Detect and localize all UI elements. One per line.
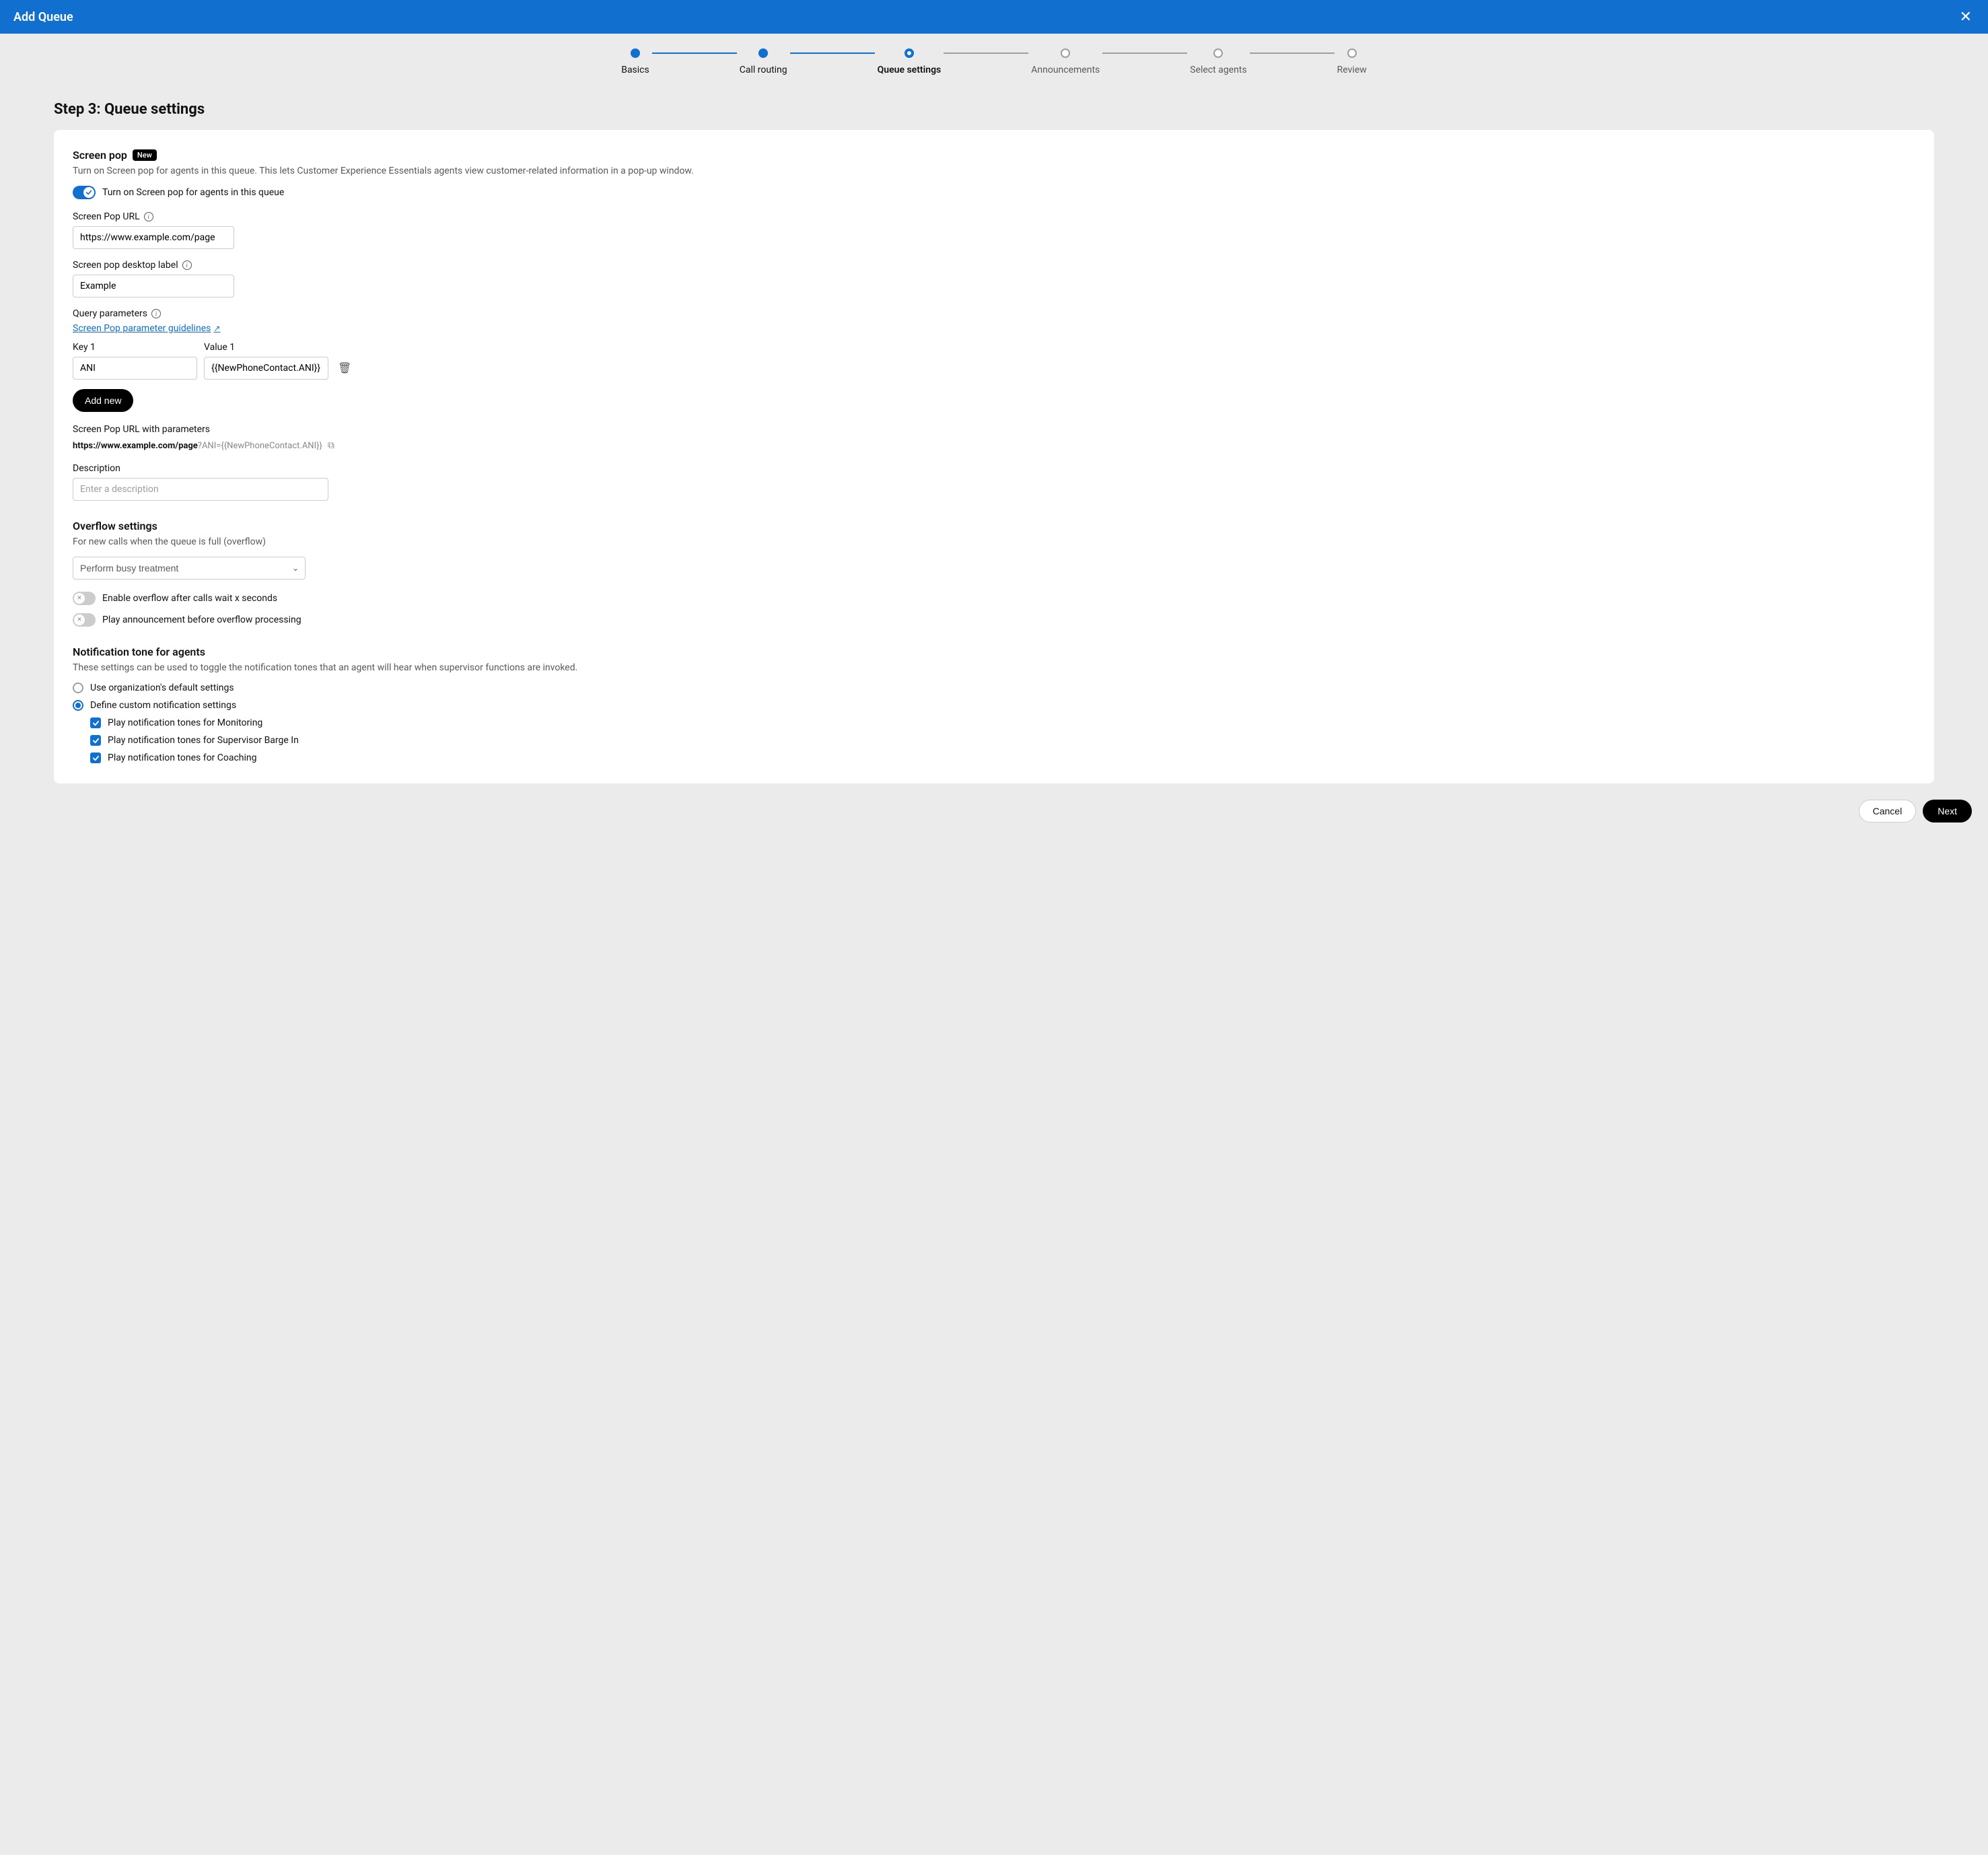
overflow-desc: For new calls when the queue is full (ov… [73, 536, 1915, 547]
modal-title: Add Queue [13, 10, 73, 24]
info-icon[interactable]: i [144, 212, 153, 221]
step-queue-settings[interactable]: Queue settings [878, 48, 942, 75]
description-label: Description [73, 463, 1915, 474]
checkbox-barge-in[interactable]: Play notification tones for Supervisor B… [90, 735, 1915, 746]
radio-custom-label: Define custom notification settings [90, 700, 236, 711]
step-basics[interactable]: Basics [621, 48, 649, 75]
description-input[interactable] [73, 478, 328, 501]
close-icon: ✕ [1960, 8, 1972, 25]
checkbox-coaching-label: Play notification tones for Coaching [108, 753, 257, 763]
info-icon[interactable]: i [182, 260, 192, 270]
radio-icon [73, 700, 83, 711]
checkbox-barge-in-label: Play notification tones for Supervisor B… [108, 735, 299, 746]
screen-pop-desktop-label-label: Screen pop desktop label i [73, 260, 1915, 271]
step-select-agents[interactable]: Select agents [1190, 48, 1246, 75]
screen-pop-desc: Turn on Screen pop for agents in this qu… [73, 166, 1915, 176]
checkbox-icon [90, 718, 101, 728]
key-input[interactable] [73, 357, 197, 380]
copy-icon: ⧉ [328, 440, 334, 451]
add-new-button[interactable]: Add new [73, 389, 133, 412]
value-input[interactable] [204, 357, 328, 380]
key-label: Key 1 [73, 342, 197, 353]
screen-pop-title: Screen pop [73, 149, 127, 162]
copy-button[interactable]: ⧉ [328, 440, 334, 451]
overflow-wait-toggle[interactable]: ✕ [73, 592, 96, 605]
trash-icon: 🗑 [338, 361, 351, 374]
url-preview-value: https://www.example.com/page?ANI={{NewPh… [73, 440, 1915, 451]
screen-pop-url-label: Screen Pop URL i [73, 211, 1915, 222]
checkbox-icon [90, 735, 101, 746]
url-preview-label: Screen Pop URL with parameters [73, 424, 1915, 435]
overflow-wait-toggle-label: Enable overflow after calls wait x secon… [102, 593, 277, 604]
notification-desc: These settings can be used to toggle the… [73, 662, 1915, 673]
info-icon[interactable]: i [151, 309, 161, 318]
guidelines-link[interactable]: Screen Pop parameter guidelines ↗ [73, 323, 220, 334]
checkbox-monitoring[interactable]: Play notification tones for Monitoring [90, 718, 1915, 728]
modal-header: Add Queue ✕ [0, 0, 1988, 34]
overflow-announce-toggle-label: Play announcement before overflow proces… [102, 615, 301, 625]
screen-pop-desktop-label-input[interactable] [73, 275, 234, 298]
radio-org-default[interactable]: Use organization's default settings [73, 682, 1915, 693]
cancel-button[interactable]: Cancel [1859, 800, 1917, 823]
screen-pop-url-input[interactable] [73, 226, 234, 249]
page-title: Step 3: Queue settings [0, 101, 1988, 118]
settings-card: Screen pop New Turn on Screen pop for ag… [54, 130, 1934, 783]
query-params-label: Query parameters i [73, 308, 1915, 319]
checkbox-coaching[interactable]: Play notification tones for Coaching [90, 753, 1915, 763]
next-button[interactable]: Next [1923, 800, 1972, 823]
step-announcements[interactable]: Announcements [1031, 48, 1100, 75]
screen-pop-toggle[interactable] [73, 186, 96, 199]
checkbox-monitoring-label: Play notification tones for Monitoring [108, 718, 262, 728]
overflow-announce-toggle[interactable]: ✕ [73, 613, 96, 627]
checkbox-icon [90, 753, 101, 763]
overflow-title: Overflow settings [73, 520, 1915, 532]
modal-footer: Cancel Next [0, 783, 1988, 836]
external-link-icon: ↗ [213, 324, 220, 333]
screen-pop-toggle-label: Turn on Screen pop for agents in this qu… [102, 187, 284, 198]
step-call-routing[interactable]: Call routing [740, 48, 787, 75]
overflow-select[interactable]: Perform busy treatment [73, 557, 306, 580]
new-badge: New [133, 149, 157, 161]
stepper: Basics Call routing Queue settings Annou… [0, 34, 1988, 82]
close-button[interactable]: ✕ [1957, 9, 1975, 24]
screen-pop-title-row: Screen pop New [73, 149, 1915, 162]
radio-custom[interactable]: Define custom notification settings [73, 700, 1915, 711]
step-review[interactable]: Review [1337, 48, 1367, 75]
delete-param-button[interactable]: 🗑 [335, 356, 354, 380]
notification-title: Notification tone for agents [73, 645, 1915, 658]
value-label: Value 1 [204, 342, 328, 353]
radio-org-default-label: Use organization's default settings [90, 682, 234, 693]
radio-icon [73, 682, 83, 693]
